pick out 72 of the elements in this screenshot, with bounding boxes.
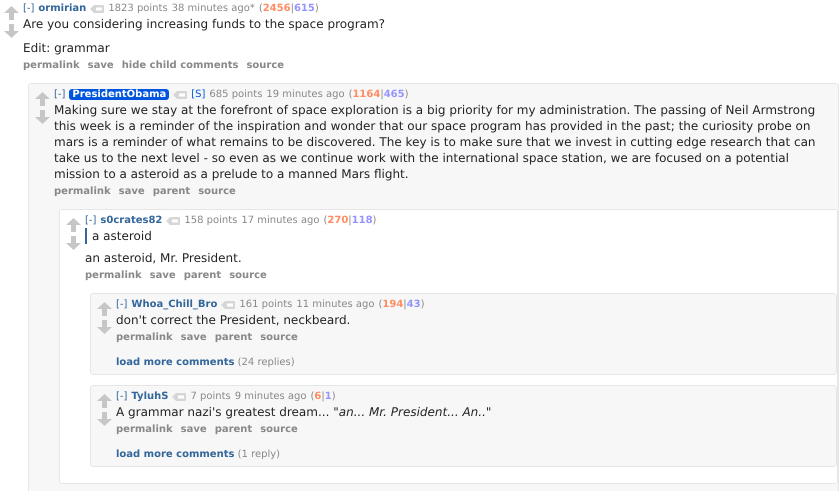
action-link[interactable]: permalink bbox=[116, 332, 173, 343]
author-link[interactable]: PresidentObama bbox=[69, 89, 170, 100]
action-link[interactable]: save bbox=[150, 270, 176, 281]
load-more-link[interactable]: load more comments bbox=[116, 357, 234, 368]
author-link[interactable]: ormirian bbox=[38, 3, 86, 14]
comment-text: don't correct the President, neckbeard. bbox=[116, 312, 352, 328]
load-more-link[interactable]: load more comments bbox=[116, 449, 234, 460]
downvote-arrow-icon[interactable] bbox=[97, 412, 112, 426]
vote-breakdown: (2456|615) bbox=[258, 3, 319, 14]
comment-text: A grammar nazi's greatest dream... "an... Mr. President... An.." bbox=[116, 404, 492, 420]
action-link[interactable]: permalink bbox=[54, 186, 111, 197]
action-link[interactable]: save bbox=[180, 424, 207, 435]
comment-text: an asteroid, Mr. President. bbox=[85, 250, 243, 266]
action-link[interactable]: source bbox=[246, 60, 284, 71]
vote-breakdown: (194|43) bbox=[378, 299, 424, 310]
message-icon[interactable] bbox=[172, 392, 186, 400]
submitter-tag: [S] bbox=[191, 89, 206, 100]
author-link[interactable]: Whoa_Chill_Bro bbox=[131, 299, 218, 310]
upvote-arrow-icon[interactable] bbox=[4, 6, 19, 20]
collapse-toggle[interactable]: [-] bbox=[54, 89, 66, 100]
vote-breakdown: (1164|465) bbox=[348, 89, 408, 100]
action-link[interactable]: source bbox=[260, 424, 298, 435]
downvote-arrow-icon[interactable] bbox=[35, 110, 50, 124]
score: 685 points bbox=[209, 89, 262, 100]
upvote-arrow-icon[interactable] bbox=[66, 218, 81, 232]
collapse-toggle[interactable]: [-] bbox=[85, 215, 96, 226]
comment-text: Are you considering increasing funds to the space program? bbox=[23, 16, 386, 32]
timestamp: 19 minutes ago bbox=[266, 89, 345, 100]
vote-breakdown: (6|1) bbox=[310, 391, 336, 402]
action-link[interactable]: source bbox=[198, 186, 236, 197]
downvote-arrow-icon[interactable] bbox=[4, 24, 19, 38]
action-link[interactable]: source bbox=[229, 270, 267, 281]
message-icon[interactable] bbox=[173, 90, 188, 98]
action-link[interactable]: parent bbox=[152, 186, 190, 197]
collapse-toggle[interactable]: [-] bbox=[116, 299, 128, 310]
score: 1823 points bbox=[108, 3, 168, 14]
timestamp: 11 minutes ago bbox=[296, 299, 374, 310]
action-link[interactable]: hide child comments bbox=[122, 60, 238, 71]
upvote-arrow-icon[interactable] bbox=[35, 92, 50, 106]
action-link[interactable]: permalink bbox=[23, 60, 80, 71]
upvote-arrow-icon[interactable] bbox=[97, 394, 112, 408]
vote-breakdown: (270|118) bbox=[324, 215, 376, 226]
downvote-arrow-icon[interactable] bbox=[66, 236, 81, 250]
downvote-arrow-icon[interactable] bbox=[97, 320, 112, 334]
comment-text: Edit: grammar bbox=[23, 40, 111, 56]
author-link[interactable]: TyluhS bbox=[131, 391, 168, 402]
collapse-toggle[interactable]: [-] bbox=[116, 391, 128, 402]
action-link[interactable]: save bbox=[180, 332, 207, 343]
reply-count: (24 replies) bbox=[238, 357, 295, 368]
action-link[interactable]: permalink bbox=[116, 424, 173, 435]
action-link[interactable]: parent bbox=[214, 424, 252, 435]
action-link[interactable]: permalink bbox=[85, 270, 142, 281]
timestamp: 9 minutes ago bbox=[234, 391, 307, 402]
action-link[interactable]: save bbox=[88, 60, 114, 71]
score: 158 points bbox=[184, 215, 238, 226]
timestamp: 38 minutes ago* bbox=[172, 3, 255, 14]
message-icon[interactable] bbox=[221, 300, 236, 308]
reply-count: (1 reply) bbox=[238, 449, 280, 460]
action-link[interactable]: save bbox=[118, 186, 145, 197]
score: 161 points bbox=[239, 299, 292, 310]
score: 7 points bbox=[190, 391, 231, 402]
quote-text: a asteroid bbox=[85, 228, 829, 244]
action-link[interactable]: source bbox=[260, 332, 298, 343]
author-link[interactable]: s0crates82 bbox=[100, 215, 162, 226]
upvote-arrow-icon[interactable] bbox=[97, 302, 112, 316]
message-icon[interactable] bbox=[166, 216, 180, 224]
collapse-toggle[interactable]: [-] bbox=[23, 3, 34, 14]
comment-text: Making sure we stay at the forefront of space exploration is a big priority for my administration. The passing of Neil Armstrong this week is a reminder of the inspiration and wonder that our space program has provided in the past; the curiosity probe on mars is a reminder of what remains to be discovered. The key is to make sure that we invest in cutting edge research that can take us to the next level - so even as we continue work with the international space station, we are focused on a potential mission to a asteroid as a prelude to a manned Mars flight. bbox=[54, 102, 817, 182]
action-link[interactable]: parent bbox=[184, 270, 222, 281]
message-icon[interactable] bbox=[90, 4, 104, 12]
action-link[interactable]: parent bbox=[214, 332, 252, 343]
timestamp: 17 minutes ago bbox=[241, 215, 320, 226]
